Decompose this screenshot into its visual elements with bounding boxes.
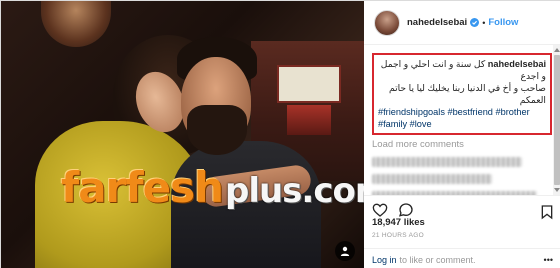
comment-icon[interactable] [398,202,414,218]
comments-scrollbar[interactable] [553,45,560,195]
login-text: to like or comment. [399,254,476,265]
caption-hashtags-2[interactable]: #family #love [378,118,546,130]
avatar[interactable] [374,9,400,36]
caption-line-1: nahedelsebai كل سنة و انت احلي و اجمل و … [378,58,546,82]
caption-highlight: nahedelsebai كل سنة و انت احلي و اجمل و … [372,53,552,135]
header-username[interactable]: nahedelsebai [407,17,467,28]
caption-username[interactable]: nahedelsebai [488,59,546,69]
scroll-down-icon[interactable] [554,187,560,193]
more-options-button[interactable] [539,204,555,223]
header-separator: • [482,17,486,28]
user-tag-icon[interactable] [335,241,355,261]
background-screen [287,105,331,135]
likes-count[interactable]: 18,947 likes [372,217,425,228]
post-sidebar: nahedelsebai • Follow nahedelsebai كل سن… [364,1,560,268]
heart-icon[interactable] [372,202,388,218]
watermark-sub: plus.com [224,171,364,211]
watermark-logo: farfesh plus.com [61,163,364,219]
login-link[interactable]: Log in [372,255,397,265]
background-sign [277,65,341,103]
scroll-up-icon[interactable] [554,47,560,53]
bookmark-icon[interactable] [539,204,555,220]
caption-hashtags-1[interactable]: #friendshipgoals #bestfriend #brother [378,106,546,118]
caption-arabic-2: صاحب و أخ في الدنيا ربنا يخليك ليا يا حا… [388,83,546,105]
post-header: nahedelsebai • Follow [364,1,560,45]
load-more-comments[interactable]: Load more comments [372,139,554,150]
man-beard [187,105,247,155]
follow-button[interactable]: Follow [488,17,518,28]
action-icons [372,202,414,218]
lamp-light [41,1,111,47]
blurred-comment [372,157,522,167]
verified-icon [470,18,480,27]
post-photo[interactable]: farfesh plus.com [1,1,364,268]
post-actions: 18,947 likes 21 HOURS AGO Log in to like… [364,195,560,268]
watermark-main: farfesh [61,163,224,212]
instagram-post: farfesh plus.com nahedelsebai • Follow n… [0,0,560,268]
login-prompt: Log in to like or comment. ••• [364,248,560,268]
post-timestamp: 21 HOURS AGO [372,232,425,239]
more-options-icon[interactable]: ••• [544,255,553,265]
blurred-comment [372,174,492,184]
comments-section: nahedelsebai كل سنة و انت احلي و اجمل و … [364,45,554,195]
scroll-thumb[interactable] [554,55,560,185]
